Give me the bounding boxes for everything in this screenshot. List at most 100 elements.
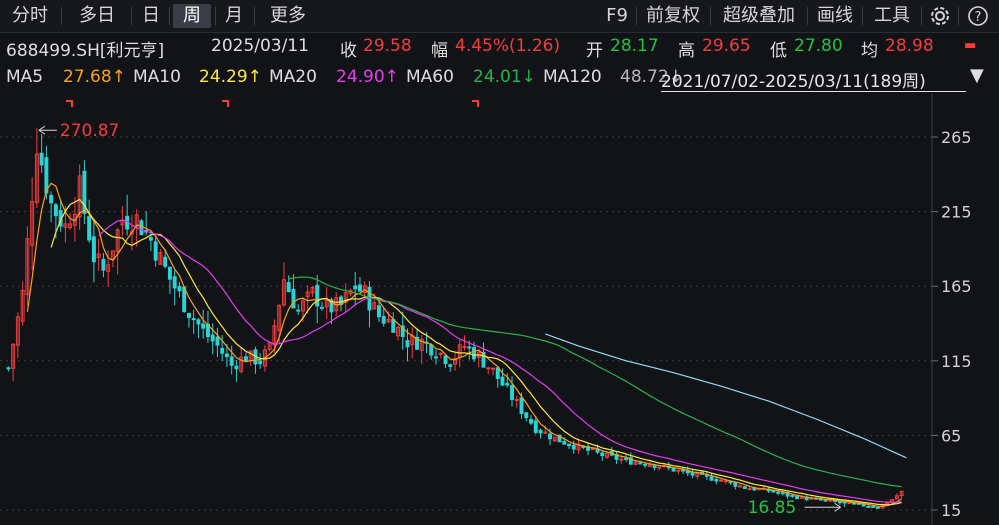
candle-body	[167, 266, 172, 280]
candle-body	[353, 285, 358, 290]
candle-body	[101, 258, 106, 271]
y-tick-label: 265	[941, 128, 972, 147]
tab-duori[interactable]: 多日	[70, 4, 124, 28]
candle-body	[296, 309, 301, 312]
tab-weekly[interactable]: 周	[173, 4, 211, 28]
divider	[169, 7, 170, 25]
candle-body	[53, 204, 58, 217]
kline-chart[interactable]: 265 215 165 115 65 15 270.87 16.85	[0, 94, 999, 525]
open-value: 28.17	[610, 36, 659, 56]
candle-body	[191, 318, 196, 321]
overlay-button[interactable]: 超级叠加	[716, 4, 802, 28]
candle-body	[571, 444, 576, 450]
markers	[66, 100, 479, 107]
candle-body	[358, 284, 362, 292]
adjust-button[interactable]: 前复权	[641, 4, 705, 28]
divider	[254, 7, 255, 25]
candle-body	[514, 399, 519, 402]
tab-daily[interactable]: 日	[138, 4, 164, 28]
candle-body	[510, 385, 514, 400]
candle-body	[291, 288, 296, 309]
candle-body	[44, 157, 49, 194]
tab-monthly[interactable]: 月	[221, 4, 247, 28]
candle-body	[529, 418, 533, 424]
f9-button[interactable]: F9	[602, 4, 632, 28]
candle-body	[139, 220, 144, 236]
tab-more[interactable]: 更多	[262, 4, 314, 28]
candle-body	[177, 286, 182, 292]
amp-label: 幅	[431, 41, 448, 61]
candle-body	[148, 237, 153, 241]
candle-body	[747, 488, 752, 491]
candle-body	[738, 485, 743, 488]
close-value: 29.58	[363, 36, 412, 56]
ma10-value: 24.29↑	[199, 67, 262, 87]
triangle-down-icon[interactable]: ▼	[970, 65, 984, 86]
ma20-label: MA20	[269, 67, 317, 87]
candle-body	[443, 355, 448, 365]
high-value: 29.65	[702, 36, 751, 56]
quote-info-bar: 688499.SH[利元亨] 2025/03/11 收 29.58 幅 4.45…	[0, 33, 999, 61]
candle-body	[533, 420, 538, 433]
candle-body	[210, 334, 215, 342]
ma-legend-bar: MA5 27.68↑ MA10 24.29↑ MA20 24.90↑ MA60 …	[0, 64, 999, 94]
more-dots[interactable]: ▬	[964, 38, 976, 53]
gear-icon[interactable]	[927, 4, 953, 28]
amp-value: 4.45%(1.26)	[455, 36, 561, 56]
candle-body	[448, 364, 453, 367]
candle-body	[852, 502, 857, 505]
divider	[61, 7, 62, 25]
marker-flag	[472, 100, 479, 107]
candle-body	[49, 194, 54, 204]
candle-body	[619, 458, 624, 461]
candle-body	[319, 306, 324, 309]
quote-date: 2025/03/11	[211, 36, 309, 56]
candle-body	[776, 491, 781, 494]
candle-body	[6, 367, 11, 370]
candle-body	[719, 479, 724, 482]
divider	[862, 7, 863, 25]
ma20-value: 24.90↑	[336, 67, 399, 87]
candle-body	[220, 347, 225, 354]
y-tick-label: 115	[941, 352, 972, 371]
ma-lines	[26, 182, 907, 507]
candle-body	[875, 506, 880, 509]
min-price-label: 16.85	[748, 498, 797, 518]
question-circle-icon[interactable]: ?	[964, 4, 992, 28]
divider	[710, 7, 711, 25]
chart-grid	[0, 136, 932, 511]
candle-body	[676, 469, 681, 472]
candle-body	[652, 465, 657, 468]
low-label: 低	[770, 41, 787, 61]
candle-body	[548, 433, 552, 440]
candle-body	[842, 501, 847, 504]
max-price-label: 270.87	[60, 121, 119, 141]
date-range[interactable]: 2021/07/02-2025/03/11(189周)	[661, 67, 926, 92]
ma120-line	[545, 333, 907, 459]
candle-body	[519, 397, 524, 414]
draw-button[interactable]: 画线	[813, 4, 857, 28]
candle-body	[733, 482, 738, 487]
candle-body	[505, 382, 510, 386]
candle-body	[258, 360, 263, 365]
candle-body	[500, 376, 505, 386]
tab-fenshi[interactable]: 分时	[6, 4, 54, 28]
candle-body	[87, 216, 92, 241]
tools-button[interactable]: 工具	[869, 4, 915, 28]
divider	[131, 7, 132, 25]
open-label: 开	[586, 41, 603, 61]
y-tick-label: 215	[941, 203, 972, 222]
candle-body	[39, 152, 44, 166]
ma10-line	[50, 198, 902, 506]
candle-body	[524, 412, 529, 419]
candle-body	[491, 367, 495, 370]
candle-body	[405, 340, 410, 348]
candle-body	[600, 452, 605, 457]
svg-text:?: ?	[975, 10, 982, 25]
y-tick-label: 15	[941, 501, 961, 520]
marker-flag	[66, 100, 73, 107]
candle-body	[391, 319, 396, 333]
divider	[958, 7, 959, 25]
candle-body	[866, 506, 871, 509]
ma120-label: MA120	[543, 67, 602, 87]
